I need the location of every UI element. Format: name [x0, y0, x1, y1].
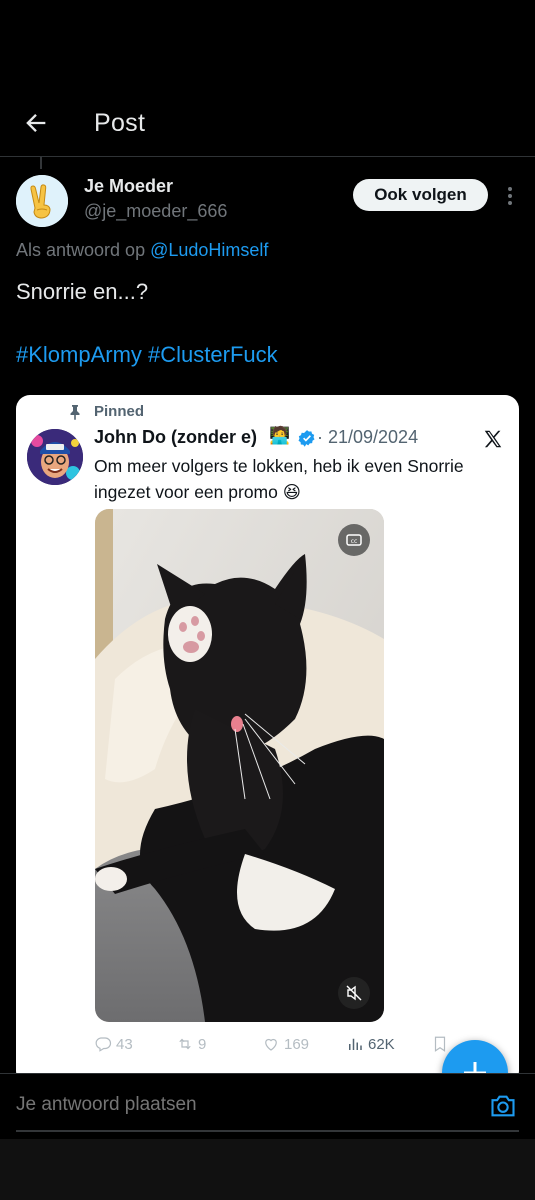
speaker-muted-icon: [346, 985, 362, 1001]
views-action[interactable]: 62K: [346, 1035, 395, 1053]
pin-icon: [70, 405, 80, 420]
system-nav-area: [0, 1139, 535, 1200]
repost-icon: [179, 1038, 191, 1050]
post-text: Snorrie en...?: [16, 279, 149, 304]
heart-icon: [265, 1038, 277, 1051]
reply-composer: [0, 1073, 535, 1139]
reply-prefix: Als antwoord op: [16, 240, 146, 260]
caricature-avatar-icon: [27, 429, 83, 485]
reply-count: 43: [116, 1035, 133, 1053]
x-logo-icon: [484, 430, 502, 448]
cat-video-image: [95, 509, 384, 1022]
quoted-author-emoji: 🧑‍💻: [269, 426, 291, 445]
reply-action[interactable]: 43: [94, 1035, 133, 1053]
reply-mention-link[interactable]: @LudoHimself: [150, 240, 268, 260]
input-underline: [16, 1130, 519, 1132]
verified-badge-icon: [298, 430, 315, 447]
quoted-avatar[interactable]: [27, 429, 83, 485]
page-title: Post: [94, 109, 146, 137]
quoted-author-name[interactable]: John Do (zonder e): [94, 427, 257, 448]
arrow-left-icon[interactable]: [22, 109, 50, 137]
mute-button[interactable]: [338, 977, 370, 1009]
svg-text:cc: cc: [351, 538, 358, 545]
bar-chart-icon: [349, 1038, 362, 1050]
more-options-icon[interactable]: [500, 184, 520, 208]
author-name[interactable]: Je Moeder: [84, 176, 173, 197]
thread-connector: [40, 157, 42, 169]
repost-count: 9: [198, 1035, 207, 1053]
quoted-text: Om meer volgers te lokken, heb ik even S…: [94, 456, 464, 502]
camera-icon[interactable]: [489, 1092, 517, 1120]
post-hashtags[interactable]: #KlompArmy #ClusterFuck: [16, 342, 278, 368]
top-bar: Post: [0, 95, 535, 157]
like-count: 169: [284, 1035, 310, 1053]
peace-hand-icon: [16, 175, 68, 227]
repost-action[interactable]: 9: [176, 1035, 206, 1053]
comment-icon: [95, 1037, 112, 1052]
video-thumbnail[interactable]: cc: [95, 509, 384, 1022]
view-count: 62K: [368, 1035, 395, 1053]
cc-icon: cc: [346, 534, 362, 546]
author-handle[interactable]: @je_moeder_666: [84, 201, 227, 222]
pinned-label: Pinned: [94, 403, 145, 420]
captions-button[interactable]: cc: [338, 524, 370, 556]
avatar[interactable]: [16, 175, 68, 227]
embedded-post-card[interactable]: Pinned John Do (zonder e) 🧑‍💻 · 21/09/20…: [16, 395, 519, 1085]
reply-context: Als antwoord op @LudoHimself: [16, 240, 268, 261]
quoted-date: · 21/09/2024: [317, 427, 419, 447]
reply-input[interactable]: [16, 1094, 456, 1116]
follow-button[interactable]: Ook volgen: [353, 179, 488, 211]
like-action[interactable]: 169: [262, 1035, 309, 1053]
